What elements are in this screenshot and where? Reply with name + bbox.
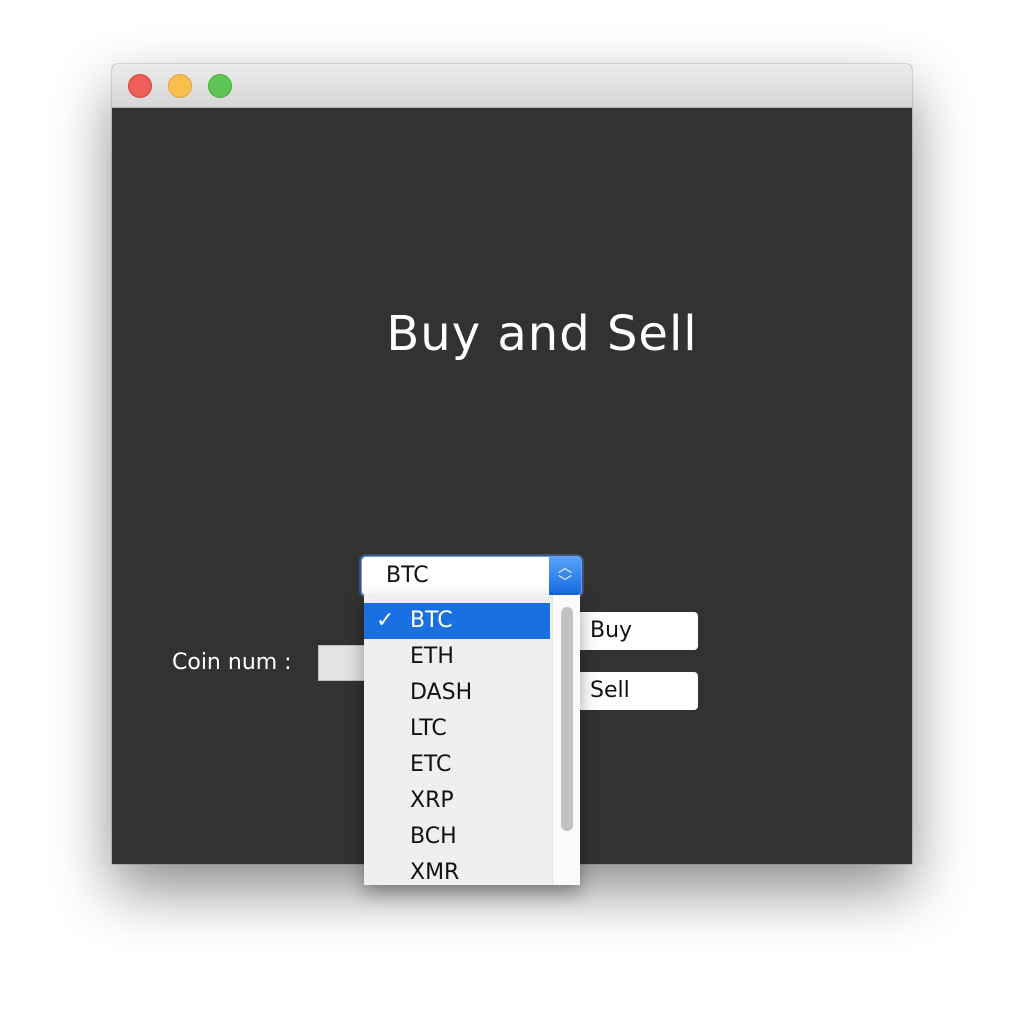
chevron-up-down-icon[interactable]: ︿ ﹀ (549, 557, 581, 595)
coin-select-value: BTC (386, 563, 429, 588)
coin-option-label: DASH (410, 680, 473, 705)
coin-option-xrp[interactable]: XRP (364, 783, 550, 819)
close-window-button[interactable] (128, 74, 152, 98)
dropdown-scrollbar[interactable] (552, 595, 580, 885)
buy-button[interactable]: Buy (568, 612, 698, 650)
page-title: Buy and Sell (386, 306, 698, 362)
app-window: Buy and Sell Coin num : Buy Sell BTC ︿ ﹀… (112, 64, 912, 885)
coin-option-label: XRP (410, 788, 454, 813)
coin-option-list: ✓ BTC ETH DASH LTC ETC XRP BCH XMR (364, 603, 550, 885)
maximize-window-button[interactable] (208, 74, 232, 98)
sell-button[interactable]: Sell (568, 672, 698, 710)
coin-select-dropdown: ✓ BTC ETH DASH LTC ETC XRP BCH XMR (364, 595, 580, 885)
coin-option-xmr[interactable]: XMR (364, 855, 550, 885)
coin-option-label: BTC (410, 608, 453, 633)
coin-option-label: ETH (410, 644, 454, 669)
title-bar[interactable] (112, 64, 912, 108)
coin-option-label: BCH (410, 824, 457, 849)
minimize-window-button[interactable] (168, 74, 192, 98)
coin-option-btc[interactable]: ✓ BTC (364, 603, 550, 639)
checkmark-icon: ✓ (376, 608, 395, 633)
coin-option-label: LTC (410, 716, 447, 741)
coin-option-dash[interactable]: DASH (364, 675, 550, 711)
coin-option-etc[interactable]: ETC (364, 747, 550, 783)
coin-option-eth[interactable]: ETH (364, 639, 550, 675)
main-panel: Buy and Sell Coin num : Buy Sell BTC ︿ ﹀… (112, 108, 912, 885)
coin-option-label: XMR (410, 860, 460, 885)
dropdown-scrollbar-thumb[interactable] (561, 607, 573, 831)
coin-option-label: ETC (410, 752, 452, 777)
coin-select[interactable]: BTC ︿ ﹀ (361, 556, 582, 596)
coin-option-bch[interactable]: BCH (364, 819, 550, 855)
coin-option-ltc[interactable]: LTC (364, 711, 550, 747)
coin-num-label: Coin num : (172, 650, 292, 675)
